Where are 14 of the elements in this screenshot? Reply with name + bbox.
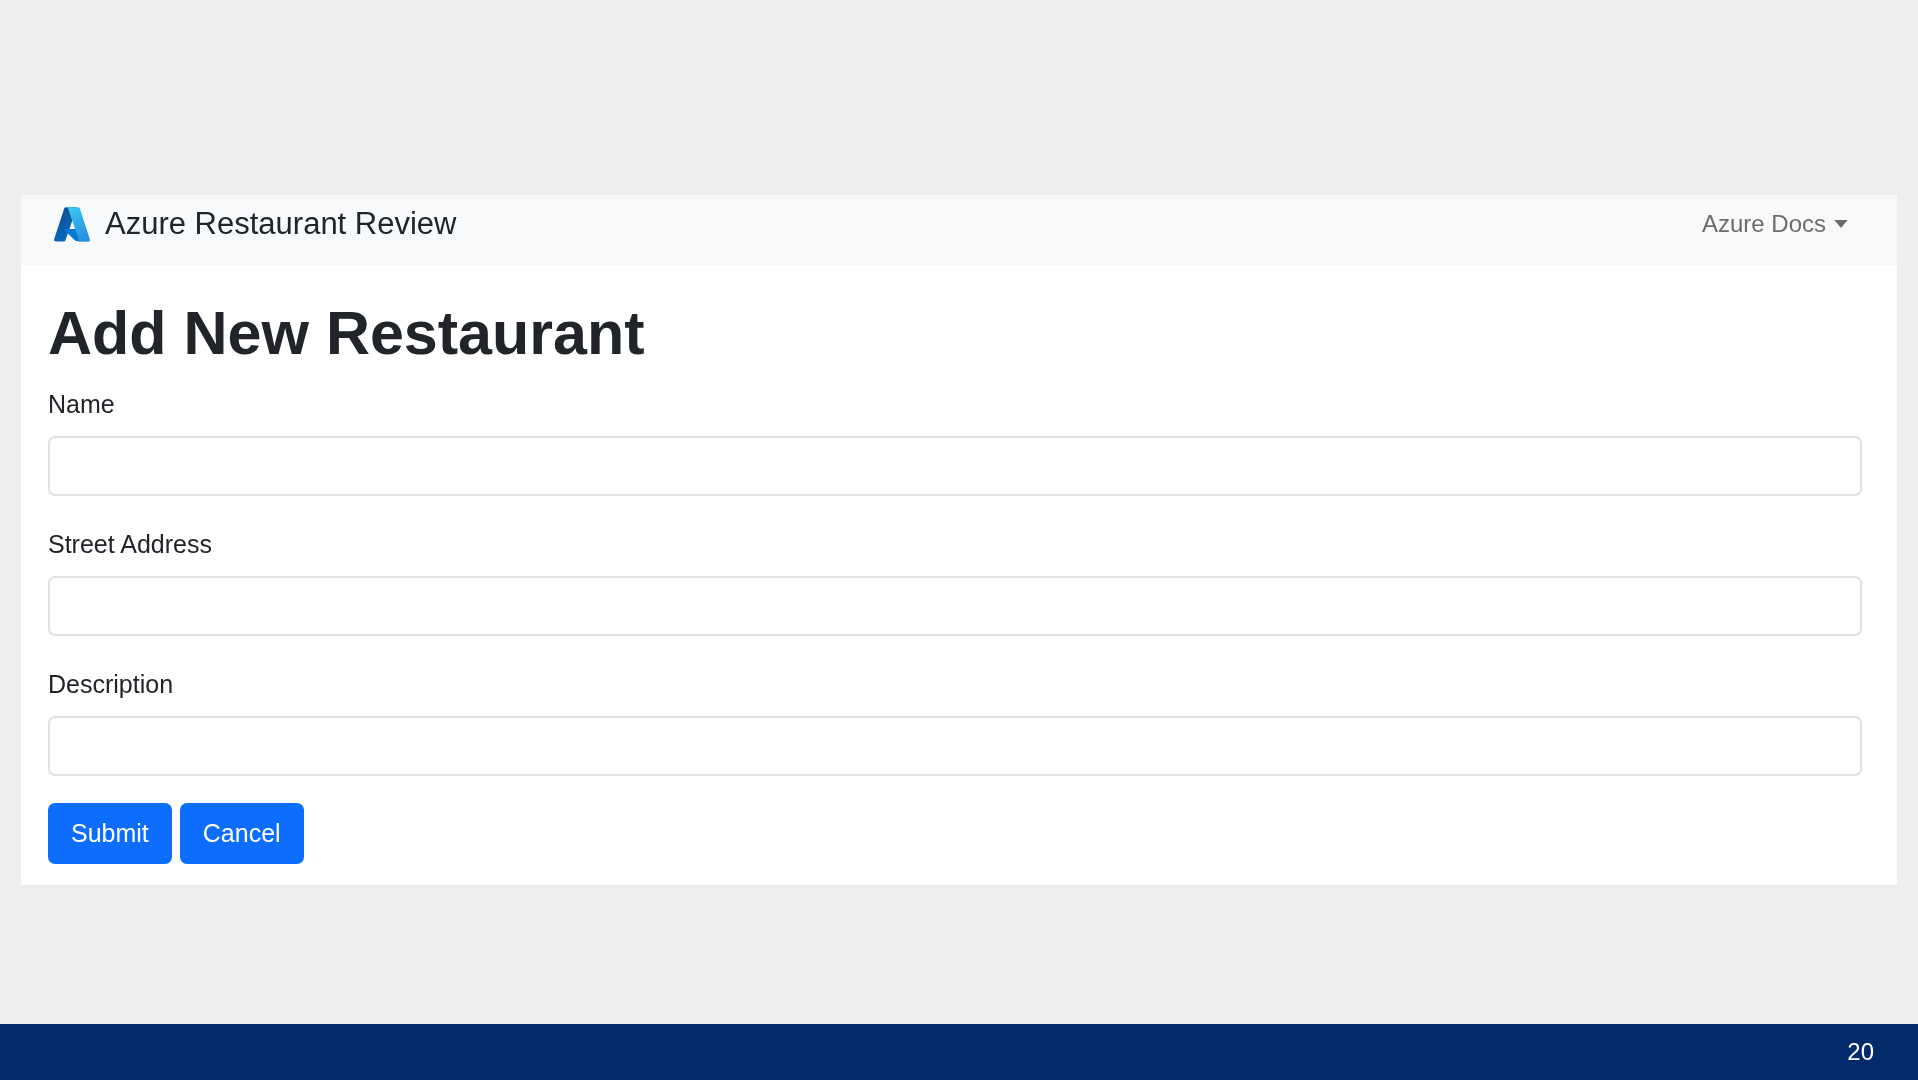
input-field[interactable]: [48, 716, 1862, 776]
brand-link[interactable]: Azure Restaurant Review: [54, 206, 457, 242]
page-number: 20: [1847, 1038, 1874, 1066]
caret-icon: [1834, 220, 1848, 228]
input-field[interactable]: [48, 436, 1862, 496]
field-label: Description: [48, 669, 175, 700]
form-button[interactable]: Cancel: [179, 803, 304, 864]
page-heading: Add New Restaurant: [48, 298, 646, 369]
form-button[interactable]: Submit: [48, 803, 172, 864]
dropdown-toggle[interactable]: Azure Docs: [1701, 210, 1848, 238]
field-label: Street Address: [48, 529, 213, 560]
input-field[interactable]: [48, 576, 1862, 636]
logo-icon: [54, 206, 90, 242]
field-label: Name: [48, 389, 116, 420]
